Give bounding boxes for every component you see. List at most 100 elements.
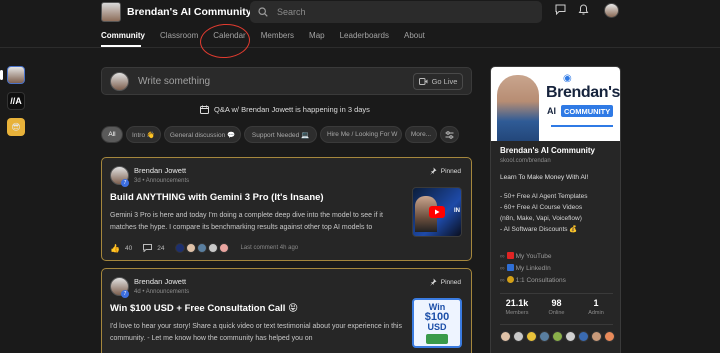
stat-online[interactable]: 98 Online [540, 298, 574, 316]
link-youtube[interactable]: ∞ My YouTube [500, 251, 566, 263]
post-composer[interactable]: Write something Go Live [101, 67, 472, 95]
rail-item-emoji[interactable]: 😎 [7, 118, 25, 136]
composer-placeholder: Write something [138, 76, 211, 87]
post-author[interactable]: Brendan Jowett [134, 166, 186, 175]
tab-map[interactable]: Map [309, 31, 325, 45]
play-icon [429, 206, 445, 218]
member-avatar[interactable] [565, 331, 576, 342]
stat-members[interactable]: 21.1k Members [500, 298, 534, 316]
admin-count: 1 [593, 298, 599, 308]
chip-all[interactable]: All [101, 126, 123, 143]
chip-support-needed[interactable]: Support Needed 💻 [244, 126, 317, 143]
link-label: My LinkedIn [515, 265, 551, 272]
members-label: Members [505, 310, 529, 316]
member-avatar[interactable] [526, 331, 537, 342]
commenter-avatars [175, 243, 230, 253]
rail-item-ai[interactable]: //A [7, 92, 25, 110]
rail-active-indicator [0, 70, 3, 80]
go-live-button[interactable]: Go Live [413, 73, 463, 90]
brain-logo-icon: ◉ [563, 73, 572, 84]
link-icon: ∞ [500, 277, 505, 284]
chip-general-discussion[interactable]: General discussion 💬 [164, 126, 241, 143]
community-links: ∞ My YouTube ∞ My LinkedIn ∞ 1:1 Consultati… [500, 251, 566, 287]
thumb-line3: USD [427, 322, 447, 332]
member-avatar[interactable] [513, 331, 524, 342]
post-body: I'd love to hear your story! Share a qui… [110, 323, 402, 342]
pin-icon [429, 167, 437, 175]
youtube-icon [506, 252, 514, 259]
community-stats: 21.1k Members 98 Online 1 Admin [500, 298, 613, 316]
banner-pill: COMMUNITY [561, 105, 614, 117]
user-avatar[interactable] [604, 3, 619, 18]
member-avatar[interactable] [539, 331, 550, 342]
tab-community[interactable]: Community [101, 31, 145, 45]
composer-avatar [110, 72, 129, 91]
post-thumbnail[interactable]: Win $100 USD [412, 298, 462, 348]
rail-item-brendan[interactable] [7, 66, 25, 84]
banner-title-ai: AI [547, 106, 556, 116]
community-switcher[interactable]: Brendan's AI Community ⌃⌄ [101, 2, 275, 22]
link-linkedin[interactable]: ∞ My LinkedIn [500, 263, 566, 275]
search-input[interactable]: Search [250, 1, 542, 23]
comment-count: 24 [157, 244, 165, 252]
post-card[interactable]: 7 Brendan Jowett 3d • Announcements Pinn… [101, 157, 472, 261]
search-placeholder: Search [277, 7, 306, 17]
banner-title: Brendan's [546, 84, 621, 101]
tab-classroom[interactable]: Classroom [160, 31, 198, 45]
filter-settings-button[interactable] [440, 126, 459, 143]
bell-icon[interactable] [578, 4, 589, 18]
post-meta: 3d • Announcements [134, 178, 190, 184]
member-avatar[interactable] [578, 331, 589, 342]
chip-hire-me[interactable]: Hire Me / Looking For W [320, 126, 402, 143]
commenter-avatar[interactable] [197, 243, 208, 253]
perk-item: (n8n, Make, Vapi, Voiceflow) [500, 215, 582, 222]
perk-item: - AI Software Discounts 💰 [500, 226, 578, 233]
tab-about[interactable]: About [404, 31, 425, 45]
link-icon: ∞ [500, 265, 505, 272]
member-avatar[interactable] [552, 331, 563, 342]
post-title[interactable]: Build ANYTHING with Gemini 3 Pro (It's I… [110, 192, 324, 203]
chip-intro[interactable]: Intro 👋 [126, 126, 161, 143]
thumbs-up-icon[interactable]: 👍 [110, 244, 120, 253]
comment-icon[interactable] [143, 244, 153, 252]
post-thumbnail[interactable]: IN [412, 187, 462, 237]
post-title[interactable]: Win $100 USD + Free Consultation Call 😝 [110, 303, 298, 314]
chip-more[interactable]: More... [405, 126, 437, 143]
nav-divider [0, 47, 720, 48]
tab-members[interactable]: Members [261, 31, 294, 45]
post-author[interactable]: Brendan Jowett [134, 277, 186, 286]
banner-underline [551, 125, 613, 127]
online-count: 98 [551, 298, 562, 308]
community-tagline: Learn To Make Money With AI! [500, 174, 589, 181]
last-comment-time: Last comment 4h ago [240, 245, 299, 251]
level-badge: 7 [121, 290, 129, 298]
upcoming-event-banner[interactable]: Q&A w/ Brendan Jowett is happening in 3 … [200, 105, 370, 114]
member-avatar[interactable] [500, 331, 511, 342]
commenter-avatar[interactable] [208, 243, 219, 253]
community-rail: //A 😎 [7, 66, 25, 136]
ai-logo-icon: //A [10, 96, 22, 106]
commenter-avatar[interactable] [186, 243, 197, 253]
link-consultations[interactable]: ∞ 1:1 Consultations [500, 275, 566, 287]
community-card-name: Brendan's AI Community [500, 146, 595, 155]
chat-icon[interactable] [555, 4, 566, 18]
community-perks: - 50+ Free AI Agent Templates - 60+ Free… [500, 191, 588, 235]
stat-admin[interactable]: 1 Admin [579, 298, 613, 316]
post-card[interactable]: 7 Brendan Jowett 4d • Announcements Pinn… [101, 268, 472, 353]
link-label: 1:1 Consultations [515, 277, 566, 284]
member-avatar[interactable] [604, 331, 615, 342]
emoji-group-icon: 😎 [11, 121, 21, 132]
post-body: Gemini 3 Pro is here and today I'm doing… [110, 212, 383, 231]
video-camera-icon [418, 78, 428, 85]
pinned-badge: Pinned [429, 167, 461, 175]
avatars-divider [500, 324, 613, 325]
calendar-annotation-circle [198, 22, 252, 60]
member-avatar[interactable] [591, 331, 602, 342]
commenter-avatar[interactable] [175, 243, 186, 253]
tab-leaderboards[interactable]: Leaderboards [340, 31, 389, 45]
community-url[interactable]: skool.com/brendan [500, 158, 551, 164]
commenter-avatar[interactable] [219, 243, 230, 253]
like-count: 40 [124, 244, 133, 252]
member-avatars [500, 331, 615, 342]
level-badge: 7 [121, 179, 129, 187]
